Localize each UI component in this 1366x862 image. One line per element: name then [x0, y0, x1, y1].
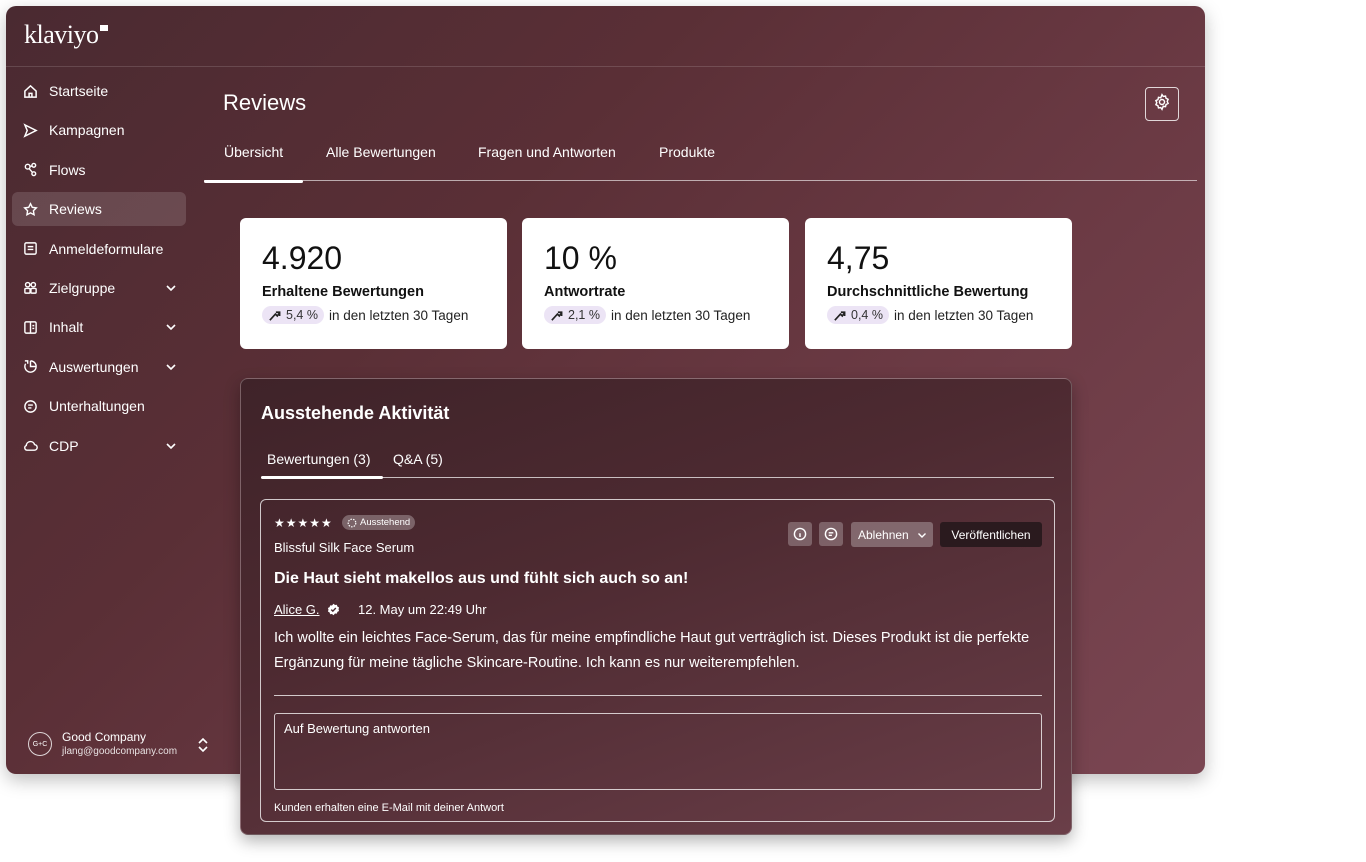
pending-tabs: Bewertungen (3) Q&A (5)	[261, 449, 1054, 479]
divider	[274, 695, 1042, 696]
sidebar-item-label: Reviews	[49, 201, 102, 218]
tab-uebersicht[interactable]: Übersicht	[203, 144, 304, 183]
sidebar-item-label: Zielgruppe	[49, 279, 116, 296]
trend-up-icon	[551, 310, 563, 321]
chevron-down-icon[interactable]	[164, 439, 178, 453]
account-email: jlang@goodcompany.com	[62, 746, 178, 757]
reply-hint: Kunden erhalten eine E-Mail mit deiner A…	[274, 802, 504, 814]
sidebar-item-label: Inhalt	[49, 319, 84, 336]
sidebar-item-label: Auswertungen	[49, 358, 139, 375]
settings-button[interactable]	[1145, 87, 1179, 121]
tab-alle-bewertungen[interactable]: Alle Bewertungen	[326, 144, 436, 181]
stat-label: Erhaltene Bewertungen	[262, 284, 424, 300]
chevron-down-icon[interactable]	[164, 320, 178, 334]
stat-value: 4.920	[262, 240, 343, 276]
sidebar-item-auswertungen[interactable]: Auswertungen	[12, 350, 186, 384]
stat-trend: 5,4 % in den letzten 30 Tagen	[262, 306, 468, 324]
sidebar: Startseite Kampagnen Flows Reviews Anmel…	[12, 74, 186, 468]
audience-icon	[22, 280, 38, 296]
stat-card-reviews: 4.920 Erhaltene Bewertungen 5,4 % in den…	[240, 218, 507, 349]
review-date: 12. May um 22:49 Uhr	[358, 602, 487, 617]
status-badge: Ausstehend	[342, 515, 416, 530]
star-icon	[22, 201, 38, 217]
review-author[interactable]: Alice G.	[274, 602, 320, 617]
tab-qa[interactable]: Q&A (5)	[393, 451, 443, 467]
trend-up-icon	[834, 310, 846, 321]
analytics-icon	[22, 359, 38, 375]
product-name: Blissful Silk Face Serum	[274, 540, 415, 555]
klaviyo-logo[interactable]: klaviyo	[24, 20, 108, 50]
account-name: Good Company	[62, 730, 147, 744]
sidebar-item-reviews[interactable]: Reviews	[12, 192, 186, 227]
verified-badge-icon	[327, 603, 340, 621]
trend-badge: 2,1 %	[544, 306, 606, 324]
pending-icon	[347, 518, 357, 527]
chevron-down-icon[interactable]	[164, 281, 178, 295]
decline-dropdown[interactable]: Ablehnen	[851, 522, 933, 547]
send-icon	[22, 122, 38, 138]
chevron-down-icon[interactable]	[164, 360, 178, 374]
sidebar-item-kampagnen[interactable]: Kampagnen	[12, 113, 186, 147]
sidebar-item-cdp[interactable]: CDP	[12, 429, 186, 463]
sidebar-item-label: Flows	[49, 161, 86, 178]
info-button[interactable]	[788, 522, 812, 546]
sidebar-item-unterhaltungen[interactable]: Unterhaltungen	[12, 389, 186, 423]
tab-fragen-und-antworten[interactable]: Fragen und Antworten	[478, 144, 616, 181]
stat-label: Antwortrate	[544, 284, 626, 300]
stat-card-response-rate: 10 % Antwortrate 2,1 % in den letzten 30…	[522, 218, 789, 349]
stat-label: Durchschnittliche Bewertung	[827, 284, 1029, 300]
home-icon	[22, 83, 38, 99]
sidebar-item-startseite[interactable]: Startseite	[12, 74, 186, 108]
publish-button[interactable]: Veröffentlichen	[940, 522, 1042, 547]
stat-period: in den letzten 30 Tagen	[610, 307, 751, 323]
stat-trend: 2,1 % in den letzten 30 Tagen	[544, 306, 750, 324]
page-title: Reviews	[223, 90, 307, 115]
tab-bewertungen[interactable]: Bewertungen (3)	[261, 451, 382, 479]
star-rating: ★★★★★	[274, 516, 333, 530]
top-bar: klaviyo	[6, 6, 1205, 67]
stat-trend: 0,4 % in den letzten 30 Tagen	[827, 306, 1033, 324]
trend-badge: 0,4 %	[827, 306, 889, 324]
avatar: G+C	[28, 732, 52, 756]
flows-icon	[22, 162, 38, 178]
page-tabs: Übersicht Alle Bewertungen Fragen und An…	[203, 144, 1197, 183]
review-title: Die Haut sieht makellos aus und fühlt si…	[274, 570, 689, 587]
sidebar-item-flows[interactable]: Flows	[12, 153, 186, 187]
account-switcher[interactable]: G+C Good Company jlang@goodcompany.com	[26, 728, 216, 764]
stat-card-average-rating: 4,75 Durchschnittliche Bewertung 0,4 % i…	[805, 218, 1072, 349]
review-body: Ich wollte ein leichtes Face-Serum, das …	[274, 630, 1030, 671]
panel-title: Ausstehende Aktivität	[261, 403, 450, 423]
chevron-up-down-icon[interactable]	[196, 736, 210, 754]
stat-period: in den letzten 30 Tagen	[328, 307, 469, 323]
sidebar-item-label: Anmeldeformulare	[49, 240, 164, 257]
form-icon	[22, 241, 38, 257]
pending-activity-panel: Ausstehende Aktivität Bewertungen (3) Q&…	[240, 378, 1072, 835]
stat-period: in den letzten 30 Tagen	[893, 307, 1034, 323]
stat-value: 10 %	[544, 240, 617, 276]
stat-value: 4,75	[827, 240, 890, 276]
info-icon	[793, 527, 807, 541]
sidebar-item-anmeldeformulare[interactable]: Anmeldeformulare	[12, 232, 186, 266]
sidebar-item-label: CDP	[49, 437, 79, 454]
chat-icon	[824, 527, 838, 541]
gear-icon	[1153, 92, 1171, 116]
sidebar-item-label: Kampagnen	[49, 122, 125, 139]
sidebar-item-label: Unterhaltungen	[49, 398, 145, 415]
content-icon	[22, 319, 38, 335]
review-card: ★★★★★ Ausstehend Blissful Silk Face Seru…	[260, 499, 1055, 822]
chevron-down-icon	[918, 533, 926, 538]
cloud-icon	[22, 438, 38, 454]
trend-up-icon	[269, 310, 281, 321]
tab-produkte[interactable]: Produkte	[659, 144, 715, 181]
sidebar-item-label: Startseite	[49, 83, 109, 99]
sidebar-item-inhalt[interactable]: Inhalt	[12, 310, 186, 344]
sidebar-item-zielgruppe[interactable]: Zielgruppe	[12, 271, 186, 305]
reply-input[interactable]	[274, 713, 1042, 790]
trend-badge: 5,4 %	[262, 306, 324, 324]
chat-icon	[22, 398, 38, 414]
comment-button[interactable]	[819, 522, 843, 546]
